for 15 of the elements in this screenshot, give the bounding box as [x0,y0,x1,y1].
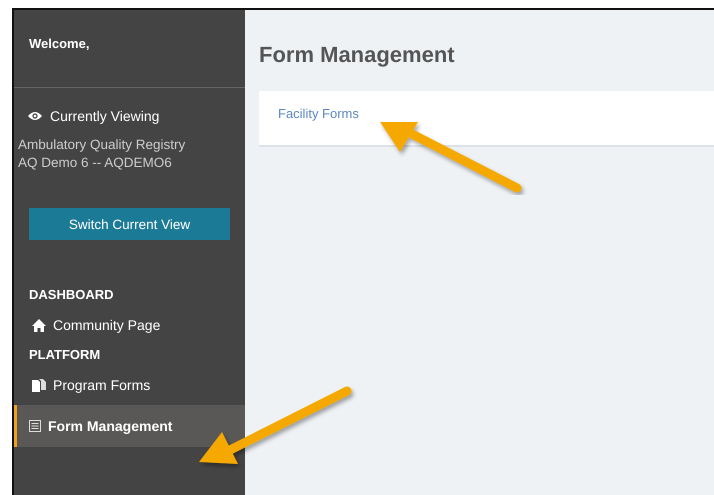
nav-item[interactable]: Community Page [14,305,245,345]
nav-item[interactable]: Form Management [14,405,245,447]
nav-item[interactable]: Program Forms [14,365,245,405]
list-icon [29,420,41,432]
eye-icon [28,111,42,121]
page-title: Form Management [259,42,456,68]
home-icon [32,318,46,332]
switch-view-button[interactable]: Switch Current View [29,208,230,240]
currently-viewing-label: Currently Viewing [50,108,160,124]
registry-text: AQ Demo 6 -- AQDEMO6 [17,154,173,172]
section-heading: DASHBOARD [28,286,114,304]
section-heading: PLATFORM [28,346,102,364]
documents-icon [32,378,46,392]
facility-forms-link[interactable]: Facility Forms [278,106,359,121]
registry-text: Ambulatory Quality Registry [17,136,186,154]
